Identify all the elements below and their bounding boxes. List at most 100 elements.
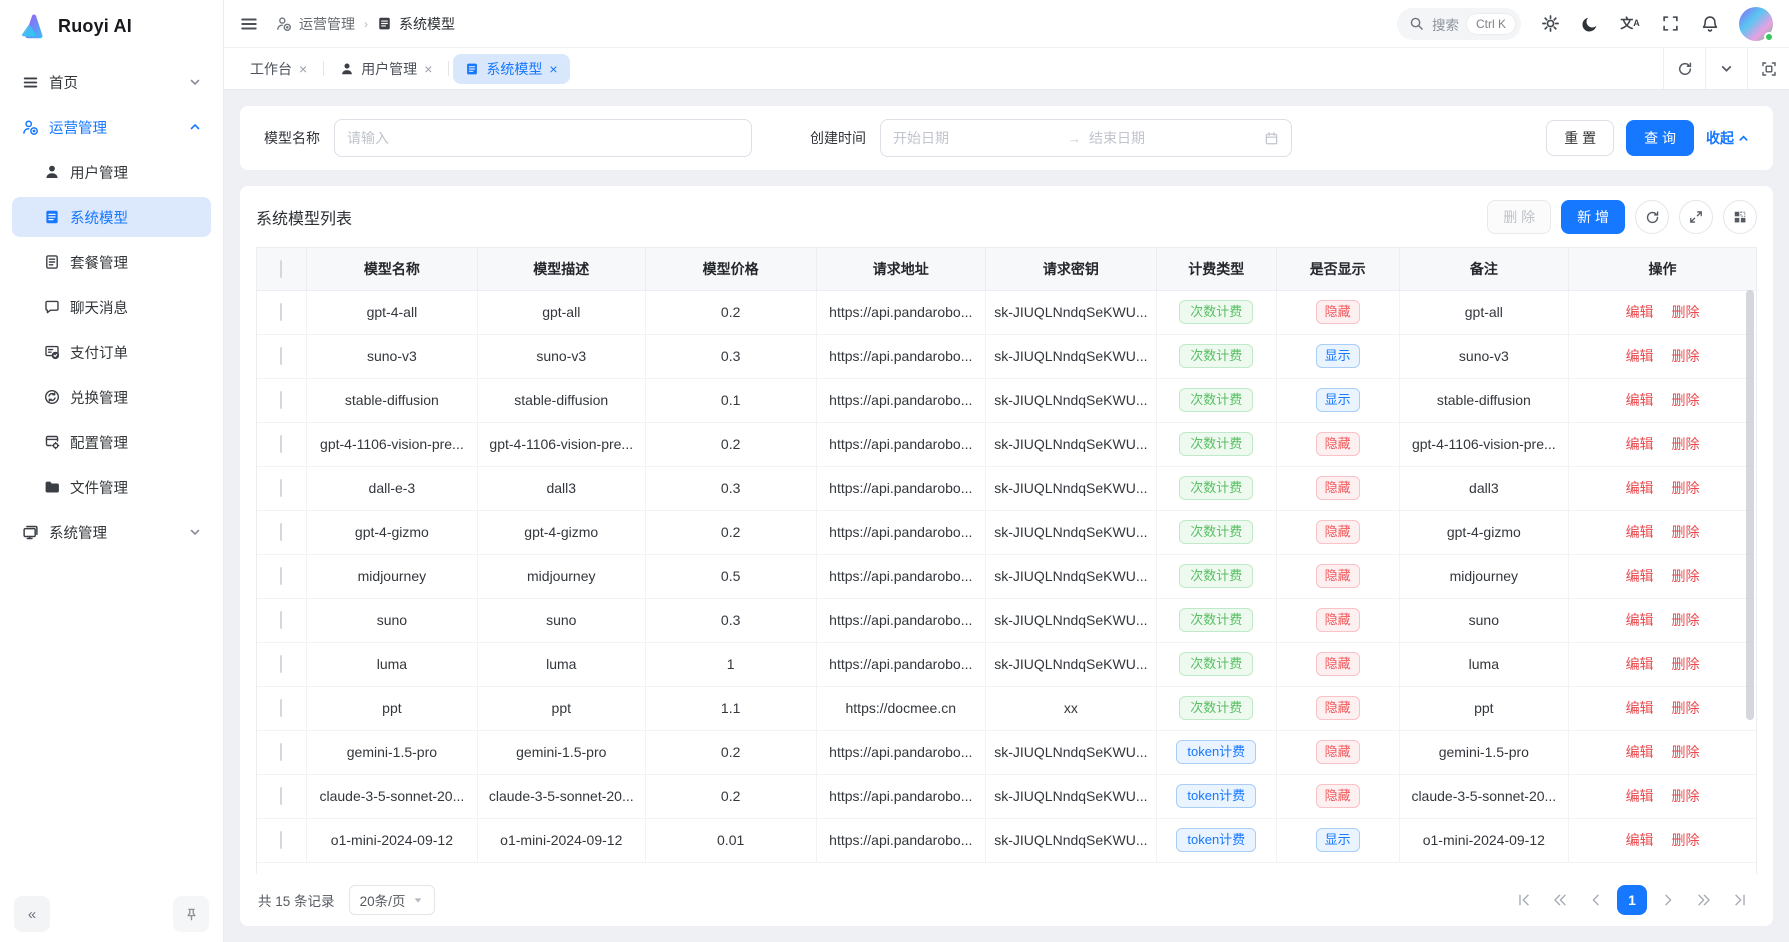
breadcrumb-parent[interactable]: 运营管理: [299, 14, 355, 34]
date-range-picker[interactable]: 开始日期 → 结束日期: [880, 119, 1292, 157]
delete-button[interactable]: 删 除: [1487, 200, 1551, 234]
maximize-icon[interactable]: [1747, 48, 1789, 89]
global-search[interactable]: 搜索 Ctrl K: [1397, 8, 1521, 40]
table-refresh-button[interactable]: [1635, 200, 1669, 234]
sidebar-item-plan-management[interactable]: 套餐管理: [12, 242, 211, 282]
row-checkbox[interactable]: [280, 391, 282, 409]
collapse-link[interactable]: 收起: [1706, 128, 1749, 148]
table-fullscreen-button[interactable]: [1679, 200, 1713, 234]
edit-link[interactable]: 编辑: [1626, 656, 1654, 672]
row-checkbox[interactable]: [280, 611, 282, 629]
delete-link[interactable]: 删除: [1671, 436, 1699, 452]
row-checkbox[interactable]: [280, 831, 282, 849]
edit-link[interactable]: 编辑: [1626, 568, 1654, 584]
row-checkbox[interactable]: [280, 523, 282, 541]
delete-link[interactable]: 删除: [1671, 788, 1699, 804]
tab-system-models[interactable]: 系统模型 ×: [453, 54, 569, 84]
edit-link[interactable]: 编辑: [1626, 832, 1654, 848]
sidebar-collapse-button[interactable]: «: [14, 896, 50, 932]
delete-link[interactable]: 删除: [1671, 568, 1699, 584]
close-icon[interactable]: ×: [424, 62, 432, 76]
request-key-cell: sk-JIUQLNndqSeKWU...: [985, 422, 1156, 466]
settings-gear-icon[interactable]: [1539, 13, 1561, 35]
sidebar-item-payment-orders[interactable]: 支付订单: [12, 332, 211, 372]
dark-mode-moon-icon[interactable]: [1579, 13, 1601, 35]
hamburger-icon[interactable]: [240, 15, 258, 33]
next-page-button[interactable]: [1653, 885, 1683, 915]
edit-link[interactable]: 编辑: [1626, 700, 1654, 716]
monitor-icon: [22, 524, 39, 541]
row-checkbox[interactable]: [280, 699, 282, 717]
edit-link[interactable]: 编辑: [1626, 436, 1654, 452]
page-size-select[interactable]: 20条/页: [349, 885, 435, 915]
back-pages-button[interactable]: [1545, 885, 1575, 915]
chevron-down-icon[interactable]: [1705, 48, 1747, 89]
edit-link[interactable]: 编辑: [1626, 392, 1654, 408]
row-checkbox[interactable]: [280, 655, 282, 673]
tab-workbench[interactable]: 工作台 ×: [238, 54, 319, 84]
delete-link[interactable]: 删除: [1671, 832, 1699, 848]
sidebar-item-home[interactable]: 首页: [12, 62, 211, 102]
edit-link[interactable]: 编辑: [1626, 348, 1654, 364]
edit-link[interactable]: 编辑: [1626, 304, 1654, 320]
current-page[interactable]: 1: [1617, 885, 1647, 915]
add-button[interactable]: 新 增: [1561, 200, 1625, 234]
sidebar-item-system-management[interactable]: 系统管理: [12, 512, 211, 552]
forward-pages-button[interactable]: [1689, 885, 1719, 915]
tab-user-management[interactable]: 用户管理 ×: [328, 54, 444, 84]
row-checkbox[interactable]: [280, 347, 282, 365]
sidebar-item-operations[interactable]: 运营管理: [12, 107, 211, 147]
remark-cell: claude-3-5-sonnet-20...: [1399, 774, 1568, 818]
delete-link[interactable]: 删除: [1671, 348, 1699, 364]
row-checkbox[interactable]: [280, 743, 282, 761]
delete-link[interactable]: 删除: [1671, 612, 1699, 628]
edit-link[interactable]: 编辑: [1626, 744, 1654, 760]
request-key-cell: xx: [985, 686, 1156, 730]
close-icon[interactable]: ×: [299, 62, 307, 76]
sidebar-item-user-management[interactable]: 用户管理: [12, 152, 211, 192]
edit-link[interactable]: 编辑: [1626, 524, 1654, 540]
refresh-icon[interactable]: [1663, 48, 1705, 89]
row-checkbox[interactable]: [280, 303, 282, 321]
last-page-button[interactable]: [1725, 885, 1755, 915]
edit-link[interactable]: 编辑: [1626, 480, 1654, 496]
reset-button[interactable]: 重 置: [1546, 120, 1614, 156]
sidebar-item-chat-messages[interactable]: 聊天消息: [12, 287, 211, 327]
visibility-cell: 隐藏: [1276, 642, 1399, 686]
model-name-cell: o1-mini-2024-09-12: [306, 818, 477, 862]
row-checkbox[interactable]: [280, 435, 282, 453]
language-translate-icon[interactable]: 文A: [1619, 13, 1641, 35]
delete-link[interactable]: 删除: [1671, 524, 1699, 540]
delete-link[interactable]: 删除: [1671, 656, 1699, 672]
close-icon[interactable]: ×: [549, 62, 557, 76]
document-list-icon: [44, 209, 60, 225]
row-checkbox[interactable]: [280, 567, 282, 585]
delete-link[interactable]: 删除: [1671, 700, 1699, 716]
delete-link[interactable]: 删除: [1671, 392, 1699, 408]
delete-link[interactable]: 删除: [1671, 744, 1699, 760]
row-checkbox[interactable]: [280, 787, 282, 805]
edit-link[interactable]: 编辑: [1626, 788, 1654, 804]
sidebar-item-config-management[interactable]: 配置管理: [12, 422, 211, 462]
model-name-input[interactable]: [334, 119, 752, 157]
delete-link[interactable]: 删除: [1671, 480, 1699, 496]
query-button[interactable]: 查 询: [1626, 120, 1694, 156]
edit-link[interactable]: 编辑: [1626, 612, 1654, 628]
first-page-button[interactable]: [1509, 885, 1539, 915]
prev-page-button[interactable]: [1581, 885, 1611, 915]
sidebar-item-file-management[interactable]: 文件管理: [12, 467, 211, 507]
tabbar-controls: [1663, 48, 1789, 89]
fullscreen-icon[interactable]: [1659, 13, 1681, 35]
table-columns-button[interactable]: [1723, 200, 1757, 234]
brand[interactable]: Ruoyi AI: [0, 0, 223, 52]
row-checkbox[interactable]: [280, 479, 282, 497]
sidebar-item-system-models[interactable]: 系统模型: [12, 197, 211, 237]
sidebar-pin-button[interactable]: [173, 896, 209, 932]
notifications-bell-icon[interactable]: [1699, 13, 1721, 35]
user-avatar[interactable]: [1739, 7, 1773, 41]
request-url-cell: https://api.pandarobo...: [816, 818, 985, 862]
table-scrollbar[interactable]: [1746, 290, 1754, 720]
sidebar-item-exchange-management[interactable]: 兑换管理: [12, 377, 211, 417]
delete-link[interactable]: 删除: [1671, 304, 1699, 320]
select-all-checkbox[interactable]: [280, 260, 282, 278]
